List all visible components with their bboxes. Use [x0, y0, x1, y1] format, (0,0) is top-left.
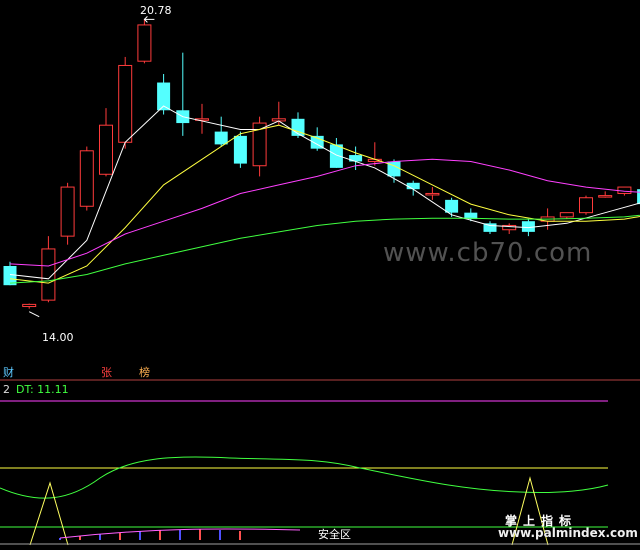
candle	[137, 19, 152, 64]
safe-zone-label: 安全区	[318, 528, 351, 541]
candle	[214, 116, 228, 147]
candle-body	[22, 303, 37, 308]
candle-body	[233, 135, 247, 164]
signal-spike-1	[29, 481, 69, 546]
candle	[445, 197, 459, 217]
candle	[579, 195, 593, 215]
candle-body	[214, 131, 228, 145]
low-price-label: 14.00	[42, 331, 74, 344]
tag-cai[interactable]: 财	[2, 367, 15, 379]
low-marker	[28, 311, 40, 318]
candle	[367, 142, 382, 166]
tag-bang[interactable]: 榜	[138, 367, 151, 379]
watermark-main: www.cb70.com	[383, 238, 593, 268]
candle	[99, 108, 113, 177]
candle	[483, 221, 497, 234]
candle	[425, 187, 440, 200]
candle-body	[60, 186, 75, 237]
candle	[406, 180, 420, 196]
candle-body	[521, 221, 535, 232]
candle	[252, 116, 267, 177]
candle	[502, 223, 517, 234]
candle	[598, 191, 613, 198]
candle	[195, 103, 209, 134]
candle-body	[579, 197, 593, 214]
stock-chart	[0, 16, 640, 546]
candle-body	[137, 24, 152, 62]
candle-body	[617, 186, 632, 194]
candle	[176, 52, 190, 136]
candle-body	[99, 124, 113, 175]
candle-body	[559, 212, 574, 218]
candle-body	[118, 64, 133, 143]
candle-body	[425, 192, 440, 196]
candle-body	[3, 266, 17, 286]
candle	[3, 261, 17, 286]
candle-body	[79, 150, 94, 207]
dt-curve	[0, 456, 609, 499]
candle	[118, 56, 133, 149]
candle-body	[598, 195, 613, 198]
candle	[41, 236, 56, 303]
tag-zhang[interactable]: 张	[100, 367, 113, 379]
candle	[60, 182, 75, 245]
candle	[387, 159, 401, 183]
indicator-dt-value: DT: 11.11	[16, 383, 69, 396]
indicator-id: 2	[3, 383, 10, 396]
watermark-sub-bottom: www.palmindex.com	[498, 526, 638, 540]
candle-body	[445, 199, 459, 213]
candle-body	[406, 182, 420, 190]
candle	[22, 303, 37, 309]
high-price-label: 20.78	[140, 4, 172, 17]
candle	[79, 146, 94, 211]
candle	[271, 101, 286, 126]
